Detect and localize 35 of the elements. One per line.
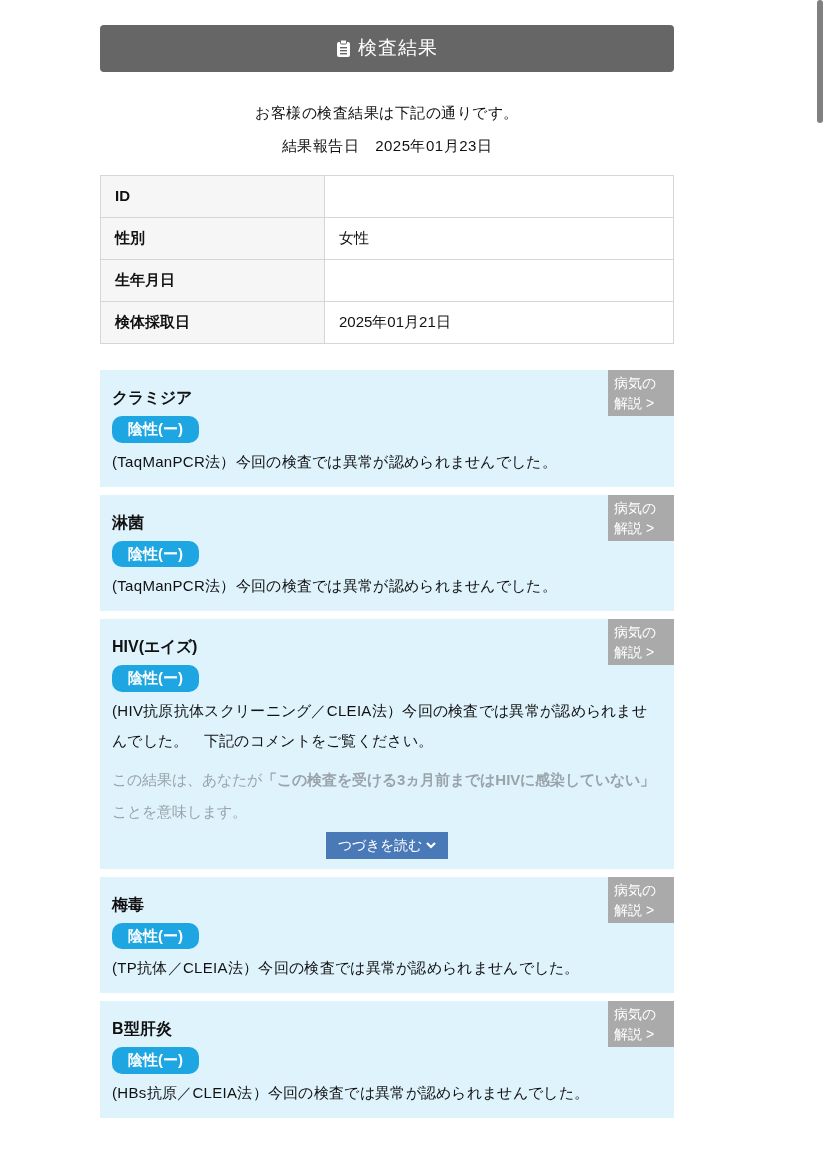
result-badge: 陰性(ー) xyxy=(112,1047,199,1074)
method-text: (HBs抗原／CLEIA法）今回の検査では異常が認められませんでした。 xyxy=(112,1082,591,1103)
table-label: 検体採取日 xyxy=(100,301,325,344)
test-name: クラミジア xyxy=(112,388,192,408)
chevron-down-icon xyxy=(425,842,436,850)
test-name: 淋菌 xyxy=(112,512,144,533)
result-badge: 陰性(ー) xyxy=(112,540,199,567)
page-title: 検査結果 xyxy=(357,36,438,61)
result-badge: 陰性(ー) xyxy=(112,922,199,949)
table-value: 女性 xyxy=(324,217,674,260)
method-text: (TP抗体／CLEIA法）今回の検査では異常が認められませんでした。 xyxy=(112,958,581,978)
report-date-value: 2025年01月23日 xyxy=(375,135,493,156)
read-more-button[interactable]: つづきを読む xyxy=(326,831,448,859)
disease-info-link[interactable]: 病気の解説 > xyxy=(608,876,674,923)
table-label: ID xyxy=(100,175,325,218)
method-text: (TaqManPCR法）今回の検査では異常が認められませんでした。 xyxy=(112,451,558,472)
test-name: 梅毒 xyxy=(112,894,144,915)
intro-text: お客様の検査結果は下記の通りです。 xyxy=(254,103,520,123)
table-value: 2025年01月21日 xyxy=(324,301,674,344)
test-name: HIV(エイズ) xyxy=(112,637,198,657)
result-badge: 陰性(ー) xyxy=(112,416,199,443)
method-text: (HIV抗原抗体スクリーニング／CLEIA法）今回の検査では異常が認められませんでした。 下記のコメントをご覧ください。 xyxy=(112,700,649,751)
disease-info-link[interactable]: 病気の解説 > xyxy=(608,1001,674,1047)
disease-info-link[interactable]: 病気の解説 > xyxy=(608,494,674,541)
test-name: B型肝炎 xyxy=(112,1019,172,1039)
scrollbar[interactable] xyxy=(817,0,823,123)
disease-info-link[interactable]: 病気の解説 > xyxy=(608,370,674,416)
table-label: 生年月日 xyxy=(100,259,325,302)
result-badge: 陰性(ー) xyxy=(112,665,199,692)
table-label: 性別 xyxy=(100,217,325,260)
clipboard-icon xyxy=(336,40,350,57)
method-text: (TaqManPCR法）今回の検査では異常が認められませんでした。 xyxy=(112,576,558,596)
report-date-label: 結果報告日 xyxy=(281,135,360,156)
disease-info-link[interactable]: 病気の解説 > xyxy=(608,619,674,665)
comment-text: この結果は、あなたが「この検査を受ける3ヵ月前まではHIVに感染していない」ことを意味します。 xyxy=(112,769,657,822)
